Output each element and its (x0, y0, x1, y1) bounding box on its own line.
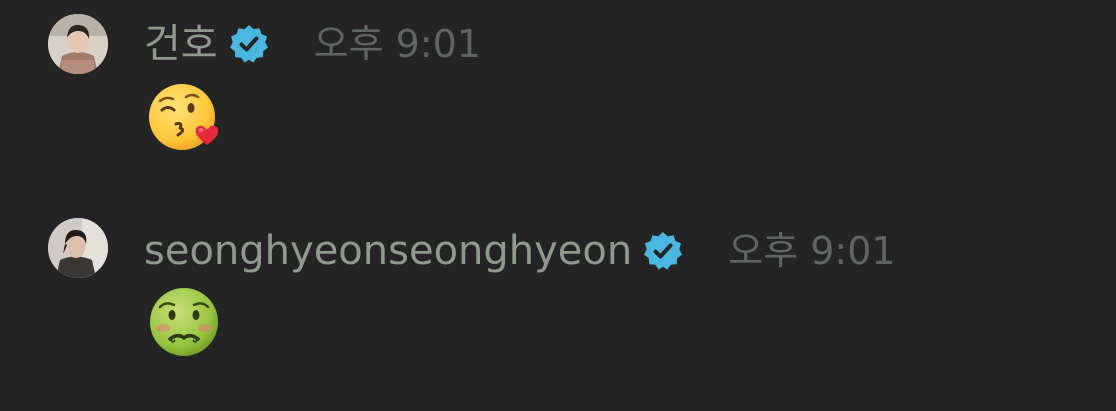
message-item: 건호 오후 9:01 (0, 0, 1116, 190)
kissing-face-with-heart-emoji-icon (146, 80, 224, 158)
verified-badge-icon (642, 230, 684, 272)
message-header: seonghyeonseonghyeon 오후 9:01 (144, 223, 896, 279)
message-item: seonghyeonseonghyeon 오후 9:01 (0, 205, 1116, 411)
verified-badge-icon (228, 23, 270, 65)
username[interactable]: seonghyeonseonghyeon (144, 223, 632, 279)
avatar[interactable] (48, 14, 108, 74)
avatar[interactable] (48, 218, 108, 278)
timestamp: 오후 9:01 (313, 22, 481, 66)
timestamp: 오후 9:01 (728, 229, 896, 273)
username[interactable]: 건호 (144, 16, 218, 72)
nauseated-face-emoji-icon (146, 283, 224, 361)
message-header: 건호 오후 9:01 (144, 16, 481, 72)
